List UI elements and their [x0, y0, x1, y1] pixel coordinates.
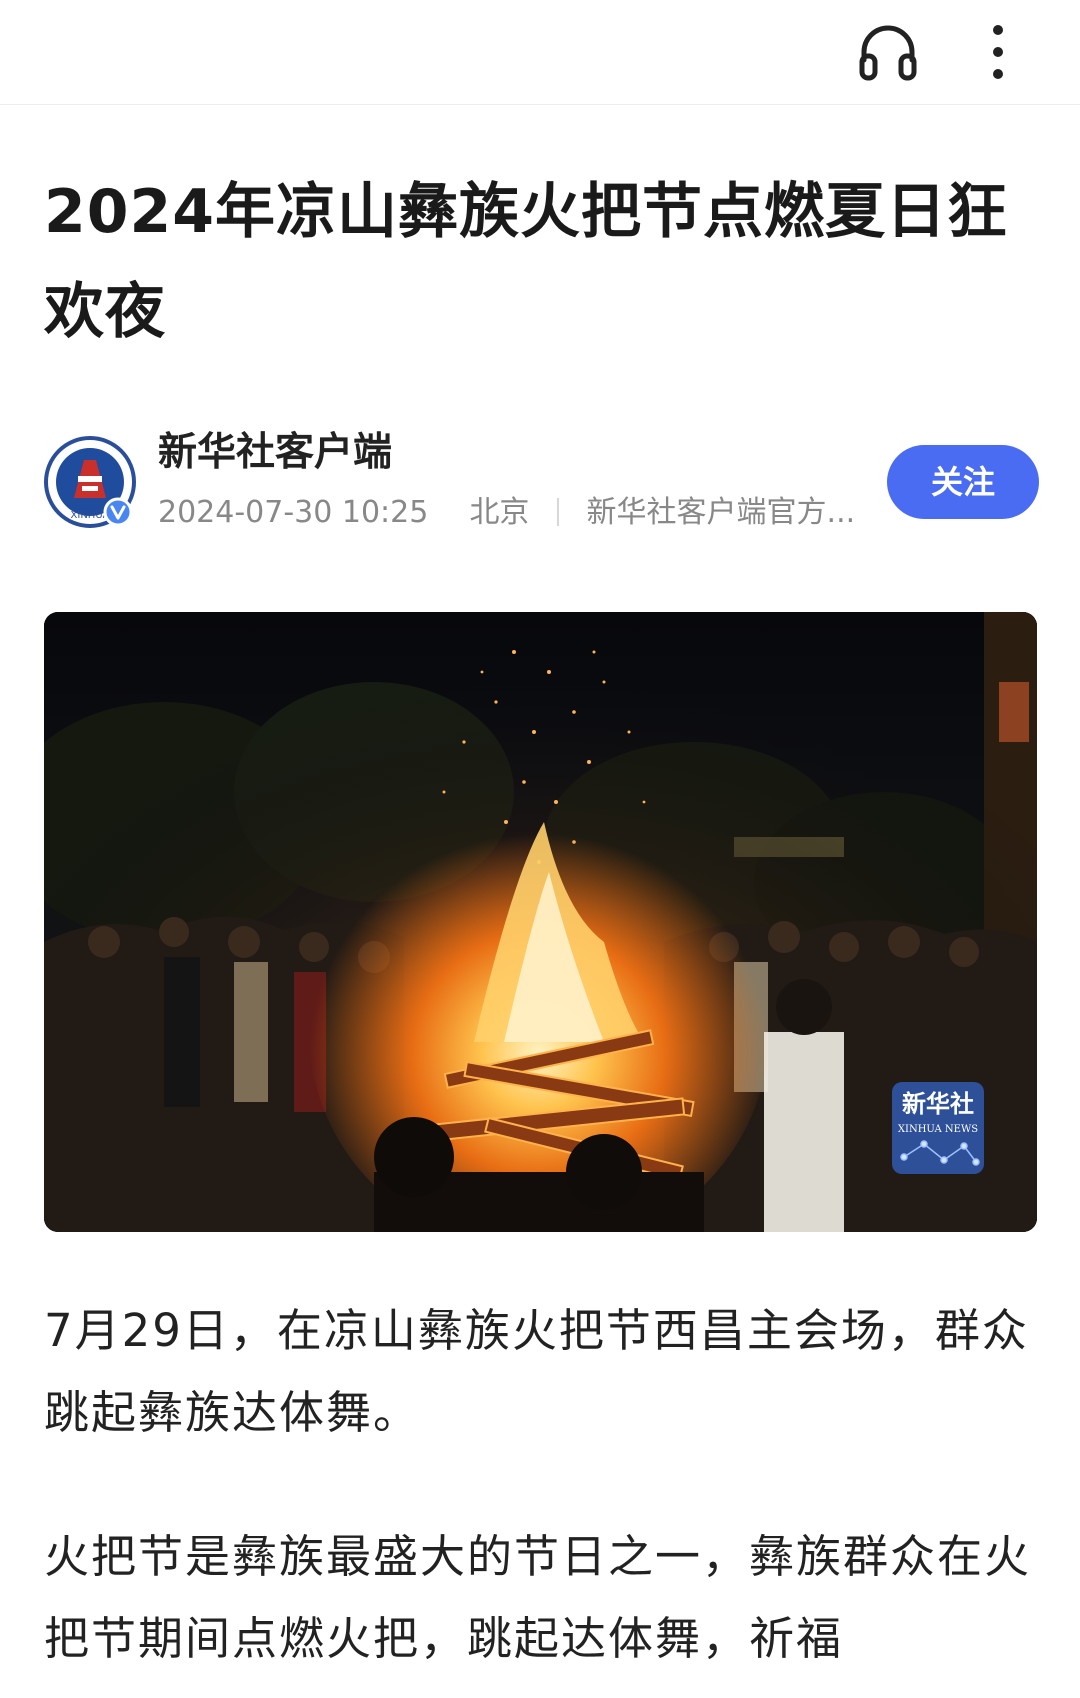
- headphones-icon[interactable]: [850, 14, 926, 90]
- article-title: 2024年凉山彝族火把节点燃夏日狂欢夜: [44, 177, 1008, 347]
- publish-datetime: 2024-07-30 10:25: [158, 495, 429, 530]
- article-meta: 2024-07-30 10:25 北京 新华社客户端官方...: [158, 493, 898, 533]
- publish-location: 北京: [469, 495, 530, 530]
- watermark-cn: 新华社: [902, 1090, 974, 1118]
- author-row: XINHUA 新华社客户端 2024-07-30 10:25 北京 新华社客户端…: [44, 425, 1039, 535]
- article-paragraph: 7月29日，在凉山彝族火把节西昌主会场，群众跳起彝族达体舞。: [44, 1304, 1029, 1439]
- xinhua-watermark: 新华社 XINHUA NEWS: [892, 1082, 984, 1174]
- source-label: 新华社客户端官方...: [586, 495, 856, 530]
- top-toolbar: [0, 0, 1080, 105]
- watermark-en: XINHUA NEWS: [898, 1124, 978, 1135]
- article-photo[interactable]: 新华社 XINHUA NEWS: [44, 612, 1037, 1232]
- author-avatar[interactable]: XINHUA: [44, 436, 136, 528]
- verified-v-icon: [103, 497, 133, 527]
- follow-button[interactable]: 关注: [887, 445, 1039, 519]
- article-paragraph: 火把节是彝族最盛大的节日之一，彝族群众在火把节期间点燃火把，跳起达体舞，祈福: [44, 1530, 1032, 1665]
- meta-divider: [556, 498, 559, 526]
- author-name[interactable]: 新华社客户端: [158, 429, 392, 477]
- more-vertical-icon[interactable]: [960, 14, 1036, 90]
